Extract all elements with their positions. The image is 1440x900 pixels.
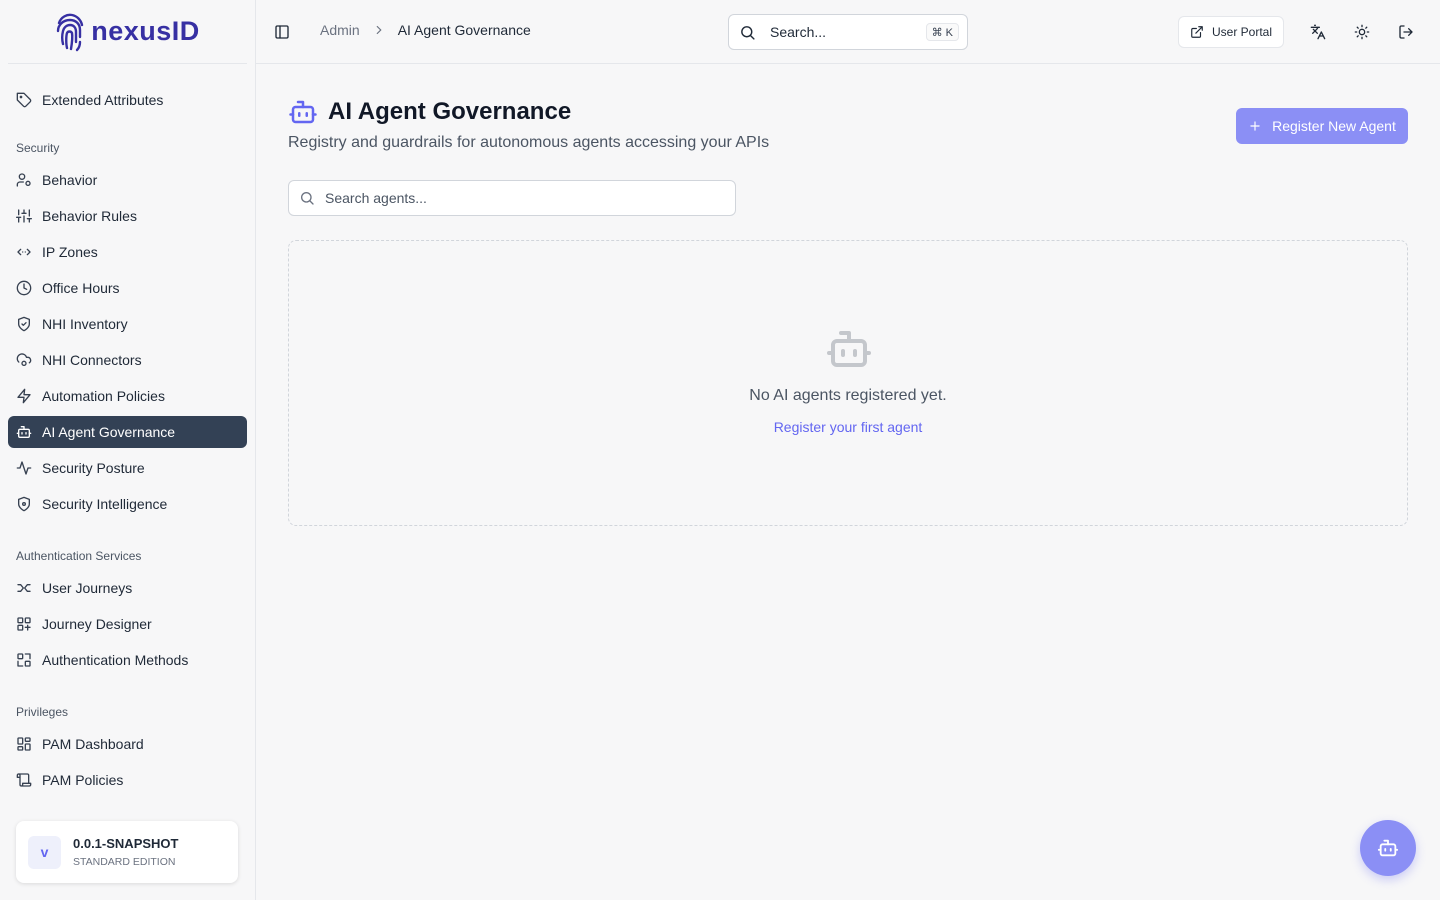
search-icon: [301, 192, 314, 205]
breadcrumb: Admin AI Agent Governance: [320, 22, 531, 38]
sliders-icon: [16, 209, 32, 223]
sidebar-item-label: Office Hours: [42, 280, 120, 296]
bot-icon: [827, 331, 871, 367]
scan-icon: [17, 653, 31, 667]
sidebar-nav: Extended Attributes Security Behavior Be…: [8, 66, 247, 808]
external-link-icon: [1191, 26, 1203, 38]
sidebar-item-label: NHI Inventory: [42, 316, 128, 332]
shield-check-icon: [18, 316, 30, 332]
scroll-icon: [16, 773, 32, 787]
sidebar-item-label: Automation Policies: [42, 388, 165, 404]
sidebar-item-security-intelligence[interactable]: Security Intelligence: [8, 488, 247, 520]
section-label-privileges: Privileges: [16, 705, 69, 719]
breadcrumb-admin-link[interactable]: Admin: [320, 22, 360, 38]
sidebar-item-label: Journey Designer: [42, 616, 152, 632]
bot-icon: [289, 100, 317, 124]
agent-search-input[interactable]: [325, 190, 705, 206]
sidebar-item-label: NHI Connectors: [42, 352, 142, 368]
version-card[interactable]: v 0.0.1-SNAPSHOT STANDARD EDITION: [16, 821, 238, 883]
register-button-label: Register New Agent: [1272, 118, 1396, 134]
search-shortcut-badge: ⌘ K: [925, 23, 959, 41]
page-title: AI Agent Governance: [328, 98, 572, 125]
sidebar-item-automation-policies[interactable]: Automation Policies: [8, 380, 247, 412]
main-content: AI Agent Governance Registry and guardra…: [256, 64, 1440, 900]
sidebar-item-pam-dashboard[interactable]: PAM Dashboard: [8, 728, 247, 760]
user-cog-icon: [16, 173, 31, 187]
top-header: Admin AI Agent Governance Search... ⌘ K …: [256, 0, 1440, 64]
chevron-right-icon: [376, 25, 382, 35]
zap-icon: [17, 388, 31, 404]
sidebar-item-journey-designer[interactable]: Journey Designer: [8, 608, 247, 640]
user-portal-button[interactable]: User Portal: [1178, 16, 1284, 48]
sidebar-item-label: Behavior Rules: [42, 208, 137, 224]
workflow-icon: [17, 584, 31, 592]
shield-alert-icon: [18, 496, 30, 512]
sidebar-item-label: IP Zones: [42, 244, 98, 260]
empty-state-panel: No AI agents registered yet. Register yo…: [288, 240, 1408, 526]
sidebar-item-security-posture[interactable]: Security Posture: [8, 452, 247, 484]
logout-icon: [1399, 25, 1413, 39]
sidebar-item-behavior-rules[interactable]: Behavior Rules: [8, 200, 247, 232]
plus-icon: [1250, 121, 1260, 131]
logout-button[interactable]: [1394, 20, 1418, 44]
global-search[interactable]: Search... ⌘ K: [728, 14, 968, 50]
breadcrumb-current: AI Agent Governance: [397, 22, 531, 38]
agent-search-box: [288, 180, 736, 216]
empty-state-message: No AI agents registered yet.: [749, 387, 947, 404]
sidebar-item-label: Extended Attributes: [42, 92, 164, 108]
register-first-agent-link[interactable]: Register your first agent: [289, 419, 1407, 435]
sidebar-item-office-hours[interactable]: Office Hours: [8, 272, 247, 304]
sidebar-item-label: Security Intelligence: [42, 496, 168, 512]
version-avatar: v: [28, 835, 61, 869]
sidebar-item-pam-policies[interactable]: PAM Policies: [8, 764, 247, 796]
sidebar-item-label: PAM Policies: [42, 772, 124, 788]
section-label-security: Security: [16, 141, 60, 155]
logo-text: nexusID: [91, 16, 200, 46]
sidebar-item-ai-agent-governance[interactable]: AI Agent Governance: [8, 416, 247, 448]
version-edition: STANDARD EDITION: [73, 856, 176, 868]
code-arrows-icon: [17, 248, 31, 256]
section-label-authentication-services: Authentication Services: [16, 549, 142, 563]
user-portal-label: User Portal: [1211, 25, 1273, 39]
global-search-placeholder: Search...: [770, 24, 827, 40]
page-subtitle: Registry and guardrails for autonomous a…: [288, 134, 770, 151]
sidebar-item-label: Behavior: [42, 172, 98, 188]
sidebar-item-label: AI Agent Governance: [42, 424, 176, 440]
theme-toggle-button[interactable]: [1350, 20, 1374, 44]
sidebar-item-behavior[interactable]: Behavior: [8, 164, 247, 196]
sidebar-item-authentication-methods[interactable]: Authentication Methods: [8, 644, 247, 676]
register-new-agent-button[interactable]: Register New Agent: [1236, 108, 1408, 144]
version-title: 0.0.1-SNAPSHOT: [73, 836, 179, 851]
bot-icon: [16, 426, 32, 438]
tag-icon: [16, 92, 32, 108]
sidebar-item-label: Authentication Methods: [42, 652, 189, 668]
sidebar-item-user-journeys[interactable]: User Journeys: [8, 572, 247, 604]
dashboard-icon: [17, 737, 31, 751]
page-title-row: AI Agent Governance: [288, 97, 571, 127]
sidebar-item-extended-attributes[interactable]: Extended Attributes: [8, 84, 247, 116]
fingerprint-logo-icon: [57, 13, 84, 51]
language-button[interactable]: [1306, 20, 1330, 44]
sidebar-item-nhi-inventory[interactable]: NHI Inventory: [8, 308, 247, 340]
sidebar-item-label: Security Posture: [42, 460, 145, 476]
assistant-fab-button[interactable]: [1360, 820, 1416, 876]
bot-icon: [1377, 839, 1399, 857]
sidebar-item-nhi-connectors[interactable]: NHI Connectors: [8, 344, 247, 376]
languages-icon: [1310, 24, 1326, 40]
sun-icon: [1354, 24, 1370, 40]
cloud-cog-icon: [16, 353, 32, 366]
empty-state-icon-wrap: [825, 325, 873, 373]
clock-icon: [16, 280, 32, 296]
sidebar: nexusID Extended Attributes Security Beh…: [0, 0, 256, 900]
layout-grid-icon: [17, 617, 31, 631]
sidebar-item-ip-zones[interactable]: IP Zones: [8, 236, 247, 268]
logo[interactable]: nexusID: [8, 0, 247, 64]
sidebar-item-label: PAM Dashboard: [42, 736, 144, 752]
sidebar-toggle-button[interactable]: [270, 20, 294, 44]
activity-icon: [16, 461, 32, 475]
search-icon: [741, 25, 755, 40]
panel-left-icon: [275, 25, 289, 39]
sidebar-item-label: User Journeys: [42, 580, 133, 596]
